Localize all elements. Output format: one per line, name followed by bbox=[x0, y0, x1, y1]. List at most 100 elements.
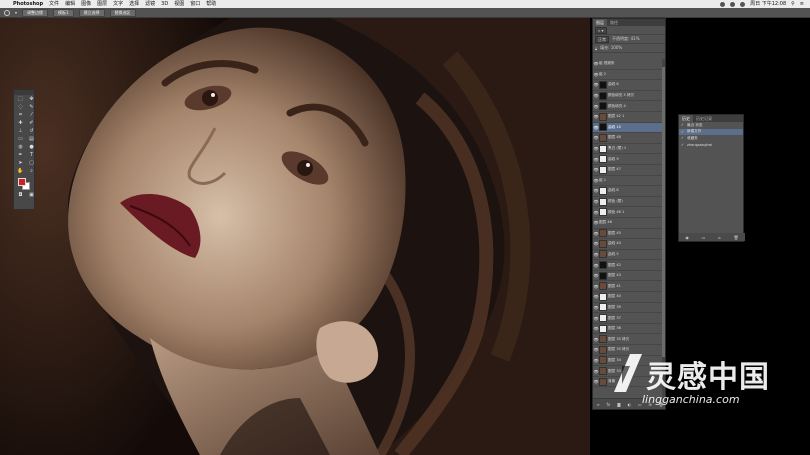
layer-row[interactable]: 👁︎ 曲线 9 bbox=[593, 154, 665, 165]
layer-row[interactable]: 👁︎ 图层 47 bbox=[593, 165, 665, 176]
layer-row[interactable]: 👁︎ 图层 35 拷贝 bbox=[593, 334, 665, 346]
link-layers-icon[interactable]: ∞ bbox=[596, 402, 599, 407]
crop-tool-icon[interactable]: ⌗ bbox=[16, 112, 25, 119]
replace-selection-button[interactable]: 替换选区 bbox=[109, 8, 136, 17]
layer-row[interactable]: 👁︎ 曲线 8 bbox=[593, 186, 665, 197]
menu-image[interactable]: 图像 bbox=[81, 0, 91, 8]
layer-row[interactable]: 👁︎ 图层 37 bbox=[593, 313, 665, 324]
layer-row[interactable]: 👁︎ 图层 46 bbox=[593, 218, 665, 229]
search-icon[interactable]: ⚲ bbox=[791, 0, 795, 8]
tool-preset-picker[interactable]: ▾ bbox=[15, 10, 17, 15]
layer-row[interactable]: 👁︎ 组 1 bbox=[593, 176, 665, 187]
layer-row[interactable]: 👁︎ 颜色 46 1 bbox=[593, 207, 665, 218]
clock[interactable]: 周日 下午12:08 bbox=[750, 0, 786, 8]
tab-layers[interactable]: 图层 bbox=[593, 19, 607, 26]
layer-row[interactable]: 👁︎ 图层 39 bbox=[593, 303, 665, 314]
layer-row[interactable]: 👁︎ 颜色 (蒙) bbox=[593, 197, 665, 208]
history-check-icon[interactable]: ✓ bbox=[681, 130, 685, 134]
layer-name: 图层 39 bbox=[608, 304, 621, 309]
template-button[interactable]: 模板1 bbox=[53, 8, 74, 17]
menu-select[interactable]: 选择 bbox=[129, 0, 139, 8]
layer-row[interactable]: 👁︎ 黑白 (蒙) 1 bbox=[593, 144, 665, 155]
lock-icon[interactable]: 🔒︎ bbox=[595, 46, 597, 51]
dodge-tool-icon[interactable]: ● bbox=[27, 144, 36, 151]
hand-tool-icon[interactable]: ✋ bbox=[16, 168, 25, 175]
trash-icon[interactable]: 🗑︎ bbox=[734, 235, 739, 240]
history-check-icon[interactable]: ✓ bbox=[681, 136, 685, 140]
layer-row[interactable]: 👁︎ 颜色填充 4 bbox=[593, 101, 665, 112]
opacity-field[interactable]: 不透明度: 41% bbox=[612, 36, 640, 42]
clone-stamp-tool-icon[interactable]: ⊥ bbox=[16, 128, 25, 135]
zoom-tool-icon[interactable]: ⌕ bbox=[27, 168, 36, 175]
path-selection-tool-icon[interactable]: ➤ bbox=[16, 160, 25, 167]
menu-view[interactable]: 视图 bbox=[174, 0, 184, 8]
menu-filter[interactable]: 滤镜 bbox=[145, 0, 155, 8]
menu-3d[interactable]: 3D bbox=[161, 0, 168, 8]
quick-selection-tool-icon[interactable] bbox=[4, 9, 10, 16]
snapshot-icon[interactable]: ◉ bbox=[685, 235, 689, 240]
layer-row[interactable]: 👁︎ 图层 42 1 bbox=[593, 112, 665, 123]
history-check-icon[interactable]: ✓ bbox=[681, 143, 685, 147]
menu-window[interactable]: 窗口 bbox=[190, 0, 200, 8]
menu-edit[interactable]: 编辑 bbox=[65, 0, 75, 8]
layer-row[interactable]: 👁︎ 图层 48 bbox=[593, 133, 665, 144]
menu-help[interactable]: 帮助 bbox=[206, 0, 216, 8]
tab-paths[interactable]: 路径 bbox=[607, 19, 621, 26]
type-tool-icon[interactable]: T bbox=[27, 152, 36, 159]
blend-mode-select[interactable]: 正常 bbox=[595, 35, 609, 43]
menu-file[interactable]: 文件 bbox=[49, 0, 59, 8]
new-document-icon[interactable]: ▭ bbox=[702, 235, 706, 240]
history-brush-tool-icon[interactable]: ↺ bbox=[27, 128, 36, 135]
make-selection-button[interactable]: 建立选择 bbox=[78, 8, 105, 17]
layer-row[interactable]: 👁︎ 组 视频来 bbox=[593, 59, 665, 70]
history-row[interactable]: ✓ zhangsanghai bbox=[679, 142, 743, 149]
layer-filter-select[interactable]: ⌕ ▾ bbox=[595, 26, 607, 34]
eyedropper-tool-icon[interactable]: ⁄ bbox=[27, 112, 36, 119]
layer-row[interactable]: 👁︎ 曲线 44 bbox=[593, 239, 665, 250]
shape-tool-icon[interactable]: ▢ bbox=[27, 160, 36, 167]
pen-tool-icon[interactable]: ✒ bbox=[16, 152, 25, 159]
layer-thumbnail bbox=[599, 91, 607, 100]
layer-row[interactable]: 👁︎ 组 2 bbox=[593, 70, 665, 81]
eraser-tool-icon[interactable]: ▭ bbox=[16, 136, 25, 143]
document-canvas[interactable] bbox=[0, 18, 590, 455]
layer-row[interactable]: 👁︎ 曲线 10 bbox=[593, 122, 665, 134]
layers-scrollbar[interactable] bbox=[662, 59, 665, 399]
fill-field[interactable]: 填充: 100% bbox=[600, 45, 622, 51]
quick-select-tool-icon[interactable]: ✎ bbox=[27, 104, 36, 111]
battery-icon[interactable] bbox=[740, 1, 746, 7]
lasso-tool-icon[interactable]: ◌ bbox=[16, 104, 25, 111]
history-check-icon[interactable]: ✓ bbox=[681, 123, 685, 127]
foreground-color-swatch[interactable] bbox=[18, 178, 26, 186]
layer-row[interactable]: 👁︎ 图层 43 bbox=[593, 271, 665, 282]
layer-row[interactable]: 👁︎ 图层 36 bbox=[593, 324, 665, 335]
brush-tool-icon[interactable]: ✐ bbox=[27, 120, 36, 127]
wifi-icon[interactable] bbox=[730, 1, 736, 7]
user-icon[interactable] bbox=[720, 1, 726, 7]
layer-row[interactable]: 👁︎ 图层 40 bbox=[593, 292, 665, 303]
layer-row[interactable]: 👁︎ 图层 45 bbox=[593, 229, 665, 240]
layer-row[interactable]: 👁︎ 曲线 6 bbox=[593, 80, 665, 91]
marquee-tool-icon[interactable]: ⬚ bbox=[16, 96, 25, 103]
layer-style-icon[interactable]: fx bbox=[606, 402, 610, 407]
notification-icon[interactable]: ≡ bbox=[800, 0, 804, 8]
blur-tool-icon[interactable]: ◍ bbox=[16, 144, 25, 151]
layer-row[interactable]: 👁︎ 图层 41 bbox=[593, 281, 665, 293]
quick-mask-icon[interactable]: ◘ bbox=[16, 192, 25, 199]
camera-icon[interactable]: ⌂ bbox=[718, 235, 721, 240]
layer-row[interactable]: 👁︎ 图层 42 bbox=[593, 260, 665, 271]
tab-history-log[interactable]: 历史记录 bbox=[693, 115, 715, 122]
menu-layer[interactable]: 图层 bbox=[97, 0, 107, 8]
layer-thumbnail bbox=[599, 356, 607, 365]
screen-mode-icon[interactable]: ▣ bbox=[27, 192, 36, 199]
layer-row[interactable]: 👁︎ 曲线 5 bbox=[593, 250, 665, 261]
refine-edge-button[interactable]: 调整边缘 bbox=[22, 8, 49, 17]
layer-name: 曲线 10 bbox=[608, 124, 621, 129]
healing-brush-tool-icon[interactable]: ✚ bbox=[16, 120, 25, 127]
app-name[interactable]: Photoshop bbox=[13, 0, 43, 8]
tab-history[interactable]: 历史 bbox=[679, 115, 693, 122]
layer-row[interactable]: 👁︎ 颜色填充 5 拷贝 bbox=[593, 91, 665, 102]
menu-type[interactable]: 文字 bbox=[113, 0, 123, 8]
move-tool-icon[interactable]: ✥ bbox=[27, 96, 36, 103]
gradient-tool-icon[interactable]: ▤ bbox=[27, 136, 36, 143]
